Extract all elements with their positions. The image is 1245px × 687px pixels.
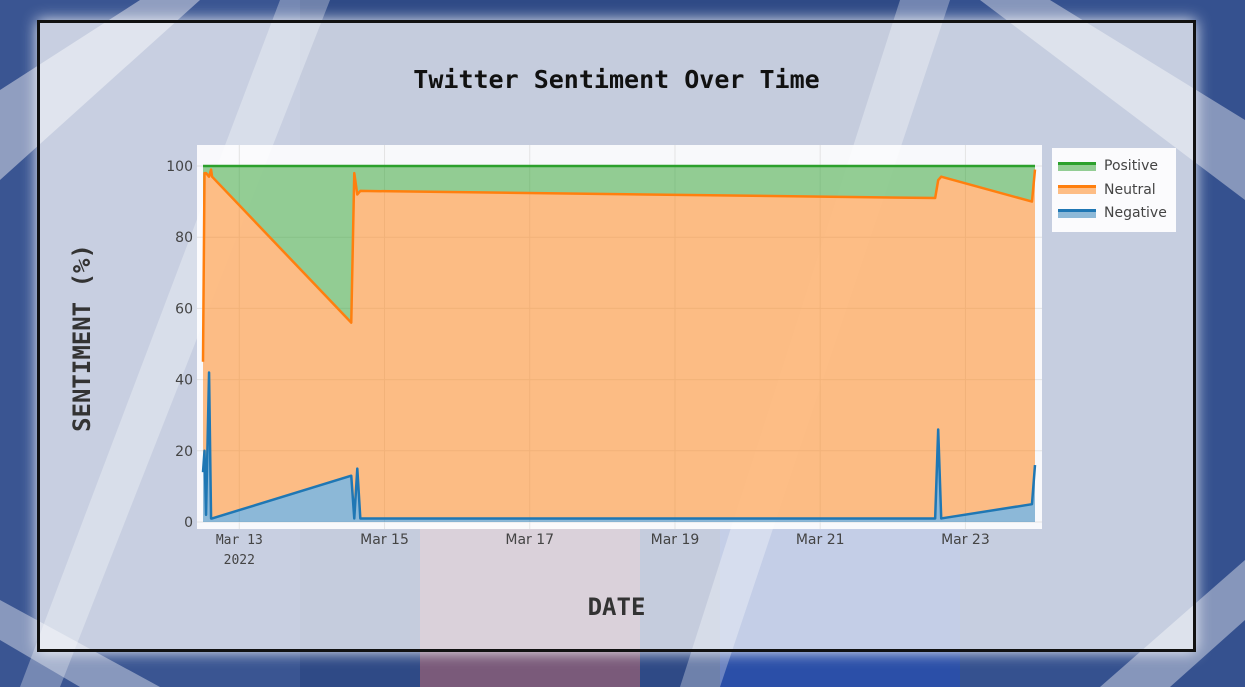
legend-swatch [1058, 185, 1096, 194]
y-tick-label: 80 [175, 230, 193, 246]
y-axis-ticks: 0 20 40 60 80 100 [166, 159, 193, 531]
x-year-label: 2022 [224, 553, 255, 568]
legend-swatch [1058, 208, 1096, 218]
legend-item-negative[interactable]: Negative [1058, 203, 1167, 223]
y-tick-label: 20 [175, 444, 193, 460]
legend[interactable]: Positive Neutral Negative [1052, 148, 1176, 232]
x-tick-label: Mar 23 [941, 532, 990, 548]
legend-label: Positive [1104, 158, 1158, 174]
legend-swatch [1058, 161, 1096, 171]
x-tick-label: Mar 19 [651, 532, 700, 548]
legend-item-neutral[interactable]: Neutral [1058, 180, 1156, 200]
legend-label: Neutral [1104, 181, 1156, 198]
y-tick-label: 40 [175, 373, 193, 389]
x-tick-label: Mar 15 [360, 532, 409, 548]
legend-label: Negative [1104, 205, 1167, 221]
x-axis-ticks: Mar 13 2022 Mar 15 Mar 17 Mar 19 Mar 21 Mar 23 [216, 532, 990, 568]
x-tick-label: Mar 13 [216, 533, 263, 548]
y-tick-label: 0 [184, 515, 193, 531]
y-tick-label: 60 [175, 301, 193, 317]
x-tick-label: Mar 21 [796, 532, 845, 548]
legend-item-positive[interactable]: Positive [1058, 156, 1158, 176]
sentiment-area-chart: 020406080100 Mar 132022Mar 15 Mar 17 Mar 1… [166, 145, 1042, 568]
x-tick-label: Mar 17 [505, 532, 554, 548]
series-areas [203, 166, 1035, 522]
y-tick-label: 100 [166, 159, 193, 175]
